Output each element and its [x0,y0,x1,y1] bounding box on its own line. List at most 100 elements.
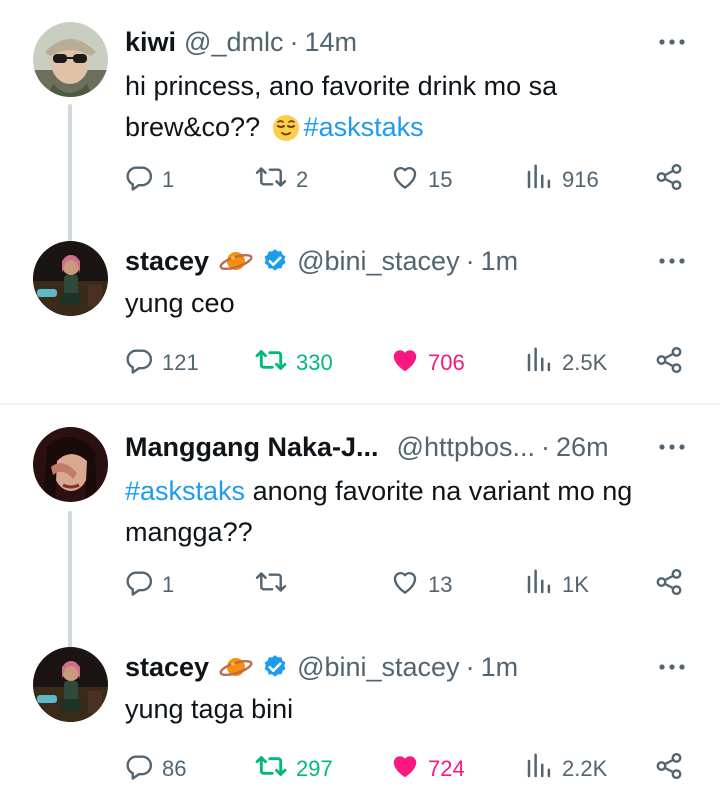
thread-connector-line [68,104,72,256]
like-button[interactable]: 15 [390,160,452,200]
action-bar: 121 330 706 2.5K [124,343,694,383]
action-bar: 1 2 15 916 [124,160,694,200]
tweet-header: stacey @bini_stacey · 1m [125,241,518,281]
thread-connector-line [68,511,72,659]
repost-button[interactable]: 2 [254,160,308,200]
action-bar: 1 13 1K [124,565,694,605]
more-icon[interactable] [654,653,690,681]
repost-count: 297 [296,756,333,781]
views-icon [524,162,554,198]
separator-dot: · [465,245,475,276]
share-icon [654,162,684,198]
timestamp[interactable]: 14m [304,27,357,58]
user-handle[interactable]: @bini_stacey [297,652,460,683]
views-icon [524,751,554,787]
reply-icon [124,162,154,198]
separator-dot: · [465,651,475,682]
repost-icon [254,345,288,381]
views-icon [524,345,554,381]
more-icon[interactable] [654,247,690,275]
hashtag-link[interactable]: #askstaks [125,476,245,506]
planet-emoji-icon [219,654,253,680]
reply-count: 121 [162,350,199,375]
reply-button[interactable]: 1 [124,565,174,605]
like-icon [390,162,420,198]
reply-button[interactable]: 121 [124,343,199,383]
reply-count: 1 [162,167,175,192]
relieved-face-emoji [272,113,300,154]
share-button[interactable] [654,343,684,383]
like-button[interactable]: 13 [390,565,452,605]
planet-emoji-icon [219,248,253,274]
more-icon[interactable] [654,433,690,461]
share-button[interactable] [654,160,684,200]
like-count: 724 [428,756,465,781]
views-count: 2.2K [562,756,608,781]
like-count: 13 [428,572,453,597]
reply-count: 1 [162,572,175,597]
repost-button[interactable]: 297 [254,749,333,789]
views-button[interactable]: 916 [524,160,599,200]
answer-tweet[interactable]: stacey @bini_stacey · 1m yung ceo 121 33… [0,241,720,401]
thread-2: Manggang Naka-J... @httpbos... · 26m #as… [0,405,720,806]
reply-icon [124,751,154,787]
repost-button[interactable]: 330 [254,343,333,383]
reply-button[interactable]: 1 [124,160,174,200]
repost-icon [254,751,288,787]
like-count: 15 [428,167,453,192]
repost-button[interactable] [254,565,296,605]
display-name[interactable]: stacey [125,246,209,277]
repost-count: 330 [296,350,333,375]
timestamp[interactable]: 1m [481,652,519,683]
like-button[interactable]: 706 [390,343,465,383]
display-name[interactable]: kiwi [125,27,176,58]
share-icon [654,567,684,603]
repost-count: 2 [296,167,309,192]
views-count: 2.5K [562,350,608,375]
reply-icon [124,345,154,381]
repost-icon [254,162,288,198]
reply-button[interactable]: 86 [124,749,186,789]
verified-badge-icon[interactable] [261,247,289,275]
like-icon [390,345,420,381]
like-button[interactable]: 724 [390,749,465,789]
more-icon[interactable] [654,28,690,56]
thread-1: kiwi @_dmlc · 14m hi princess, ano favor… [0,0,720,404]
tweet-text: yung taga bini [125,694,294,724]
tweet-text: #askstaks anong favorite na variant mo n… [125,471,685,553]
user-handle[interactable]: @httpbos... [397,432,535,463]
share-button[interactable] [654,749,684,789]
hashtag-link[interactable]: #askstaks [304,112,424,142]
like-icon [390,751,420,787]
display-name[interactable]: Manggang Naka-J... [125,432,379,463]
avatar[interactable] [33,647,108,722]
answer-tweet[interactable]: stacey @bini_stacey · 1m yung taga bini … [0,647,720,806]
views-button[interactable]: 2.2K [524,749,607,789]
separator-dot: · [541,431,551,462]
views-button[interactable]: 1K [524,565,589,605]
avatar[interactable] [33,241,108,316]
reply-icon [124,567,154,603]
views-count: 916 [562,167,599,192]
tweet-text: yung ceo [125,288,235,318]
timestamp[interactable]: 26m [556,432,609,463]
share-icon [654,751,684,787]
verified-badge-icon[interactable] [261,653,289,681]
user-handle[interactable]: @_dmlc [184,27,283,58]
reply-count: 86 [162,756,187,781]
avatar[interactable] [33,427,108,502]
views-button[interactable]: 2.5K [524,343,607,383]
repost-icon [254,567,288,603]
question-tweet[interactable]: kiwi @_dmlc · 14m hi princess, ano favor… [0,22,720,256]
share-button[interactable] [654,565,684,605]
timestamp[interactable]: 1m [481,246,519,277]
tweet-header: stacey @bini_stacey · 1m [125,647,518,687]
display-name[interactable]: stacey [125,652,209,683]
question-tweet[interactable]: Manggang Naka-J... @httpbos... · 26m #as… [0,427,720,659]
views-count: 1K [562,572,589,597]
avatar[interactable] [33,22,108,97]
views-icon [524,567,554,603]
tweet-text: hi princess, ano favorite drink mo sa br… [125,66,685,154]
user-handle[interactable]: @bini_stacey [297,246,460,277]
action-bar: 86 297 724 2.2K [124,749,694,789]
